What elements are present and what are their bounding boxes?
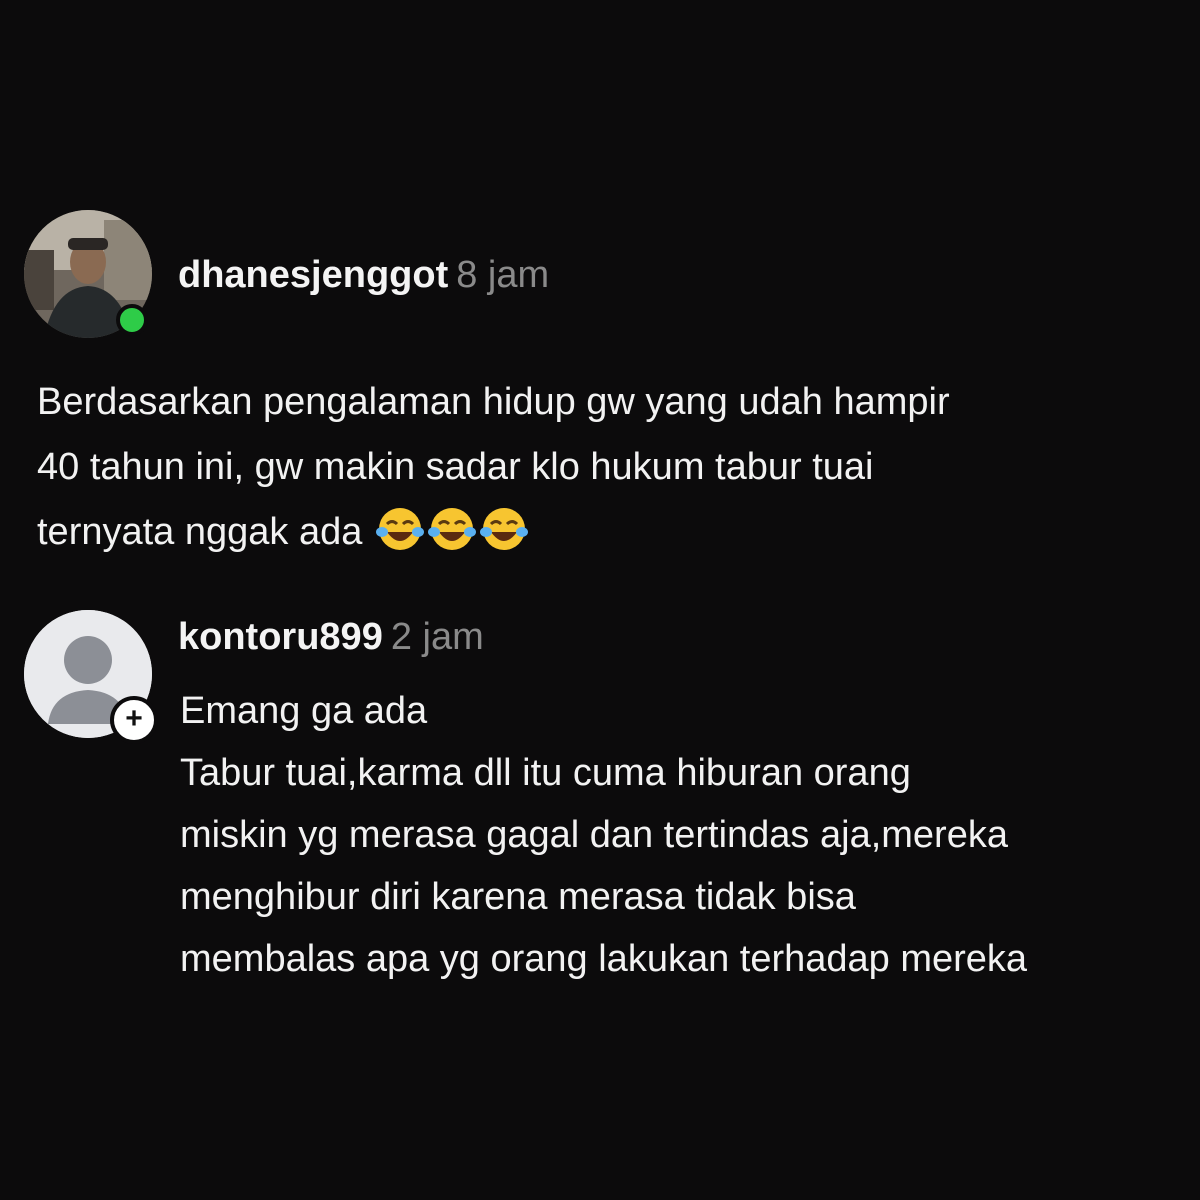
follow-plus-icon[interactable]: + xyxy=(110,696,158,744)
post-line-last: ternyata nggak ada xyxy=(37,500,1157,573)
reply-text: Emang ga ada Tabur tuai,karma dll itu cu… xyxy=(180,680,1180,990)
post-text: Berdasarkan pengalaman hidup gw yang uda… xyxy=(37,370,1157,573)
reply-line: miskin yg merasa gagal dan tertindas aja… xyxy=(180,814,1008,856)
laughing-emoji-icon xyxy=(375,508,424,550)
reply-line: menghibur diri karena merasa tidak bisa xyxy=(180,876,856,918)
laughing-emoji-row xyxy=(373,506,529,573)
laughing-emoji-icon xyxy=(479,508,528,550)
reply-timestamp: 2 jam xyxy=(390,616,484,658)
post-username[interactable]: dhanesjenggot xyxy=(178,254,448,296)
reply-line: membalas apa yg orang lakukan terhadap m… xyxy=(180,938,1028,980)
reply-header: kontoru899 2 jam xyxy=(178,615,484,659)
reply-username[interactable]: kontoru899 xyxy=(178,616,383,658)
post-timestamp: 8 jam xyxy=(456,254,550,296)
laughing-emoji-icon xyxy=(427,508,476,550)
online-status-dot xyxy=(116,304,148,336)
post-line: Berdasarkan pengalaman hidup gw yang uda… xyxy=(37,381,950,423)
post-line: 40 tahun ini, gw makin sadar klo hukum t… xyxy=(37,446,874,488)
post-header: dhanesjenggot 8 jam xyxy=(178,253,549,297)
reply-line: Emang ga ada xyxy=(180,690,428,732)
reply-line: Tabur tuai,karma dll itu cuma hiburan or… xyxy=(180,752,911,794)
